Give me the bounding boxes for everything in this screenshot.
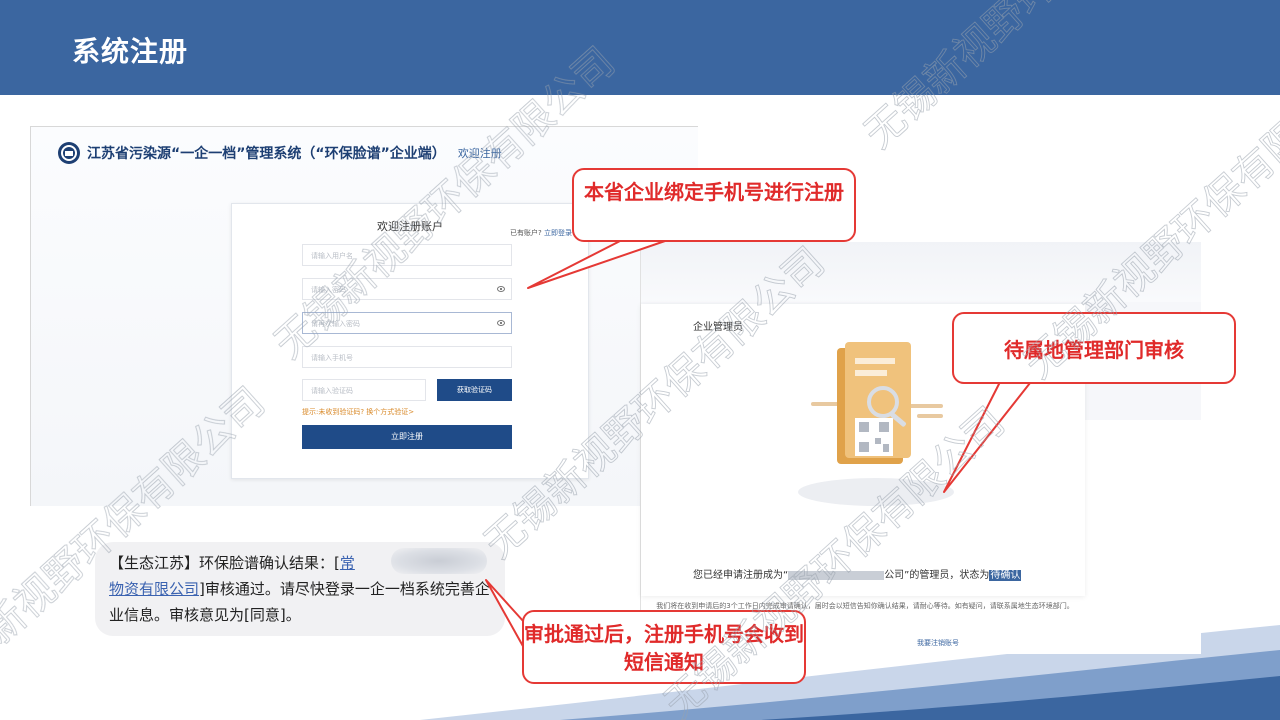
system-header: 江苏省污染源“一企一档”管理系统（“环保脸谱”企业端） 欢迎注册	[57, 141, 502, 165]
password-input[interactable]: 请输入密码	[302, 278, 512, 300]
status-middle: 公司”的管理员，状态为	[884, 570, 990, 581]
status-value-badge: 待确认	[989, 570, 1022, 581]
show-confirm-password-eye-icon[interactable]	[497, 320, 505, 326]
status-prefix: 您已经申请注册成为“	[693, 570, 789, 581]
verification-hint-link[interactable]: 提示:未收到验证码? 换个方式验证>	[302, 407, 414, 417]
have-account-text: 已有账户?	[510, 229, 542, 237]
document-review-illustration	[798, 342, 954, 506]
callout-bind-phone-text: 本省企业绑定手机号进行注册	[584, 180, 844, 204]
username-input[interactable]: 请输入用户名	[302, 244, 512, 266]
review-topbar	[641, 242, 1201, 302]
review-card-title: 企业管理员	[693, 322, 743, 333]
get-code-button[interactable]: 获取验证码	[437, 379, 512, 401]
phone-input[interactable]: 请输入手机号	[302, 346, 512, 368]
national-emblem-icon	[58, 142, 80, 164]
application-status-text: 您已经申请注册成为“ 公司”的管理员，状态为待确认	[693, 566, 1022, 581]
slide-header	[0, 0, 1280, 95]
sms-company-visible[interactable]: 常	[340, 554, 355, 572]
welcome-register-label: 欢迎注册	[457, 147, 502, 160]
login-link[interactable]: 立即登录	[544, 229, 572, 237]
redacted-company-name	[788, 570, 885, 580]
sms-redaction-blur	[391, 548, 487, 574]
login-prompt: 已有账户? 立即登录	[510, 228, 572, 238]
register-form-card: 欢迎注册账户 已有账户? 立即登录 请输入用户名 请输入密码 请再次输入密码 请…	[231, 203, 589, 479]
callout-sms-notice-text: 审批通过后，注册手机号会收到短信通知	[524, 622, 804, 674]
callout-pending-review: 待属地管理部门审核	[952, 312, 1236, 384]
callout-sms-notice: 审批通过后，注册手机号会收到短信通知	[522, 610, 806, 684]
sms-prefix: 【生态江苏】环保脸谱确认结果：[	[109, 554, 340, 572]
slide-title: 系统注册	[72, 35, 189, 68]
sms-company-link[interactable]: 物资有限公司	[109, 580, 199, 598]
confirm-password-placeholder: 请再次输入密码	[311, 320, 360, 328]
callout-pending-review-text: 待属地管理部门审核	[1004, 338, 1184, 362]
review-status-screenshot: 企业管理员 您已经申请注册成为“ 公司”的管理员，状态为待确认 我们将在收到申请后…	[640, 242, 1201, 654]
password-placeholder: 请输入密码	[311, 286, 346, 294]
callout-bind-phone: 本省企业绑定手机号进行注册	[572, 168, 856, 242]
cancel-account-link[interactable]: 我要注销账号	[917, 638, 959, 648]
register-submit-button[interactable]: 立即注册	[302, 425, 512, 449]
system-title: 江苏省污染源“一企一档”管理系统（“环保脸谱”企业端）	[87, 146, 446, 162]
sms-message-bubble: 【生态江苏】环保脸谱确认结果：[常 物资有限公司]审核通过。请尽快登录一企一档系统…	[95, 542, 505, 636]
verification-code-input[interactable]: 请输入验证码	[302, 379, 426, 401]
show-password-eye-icon[interactable]	[497, 286, 505, 292]
confirm-password-input[interactable]: 请再次输入密码	[302, 312, 512, 334]
